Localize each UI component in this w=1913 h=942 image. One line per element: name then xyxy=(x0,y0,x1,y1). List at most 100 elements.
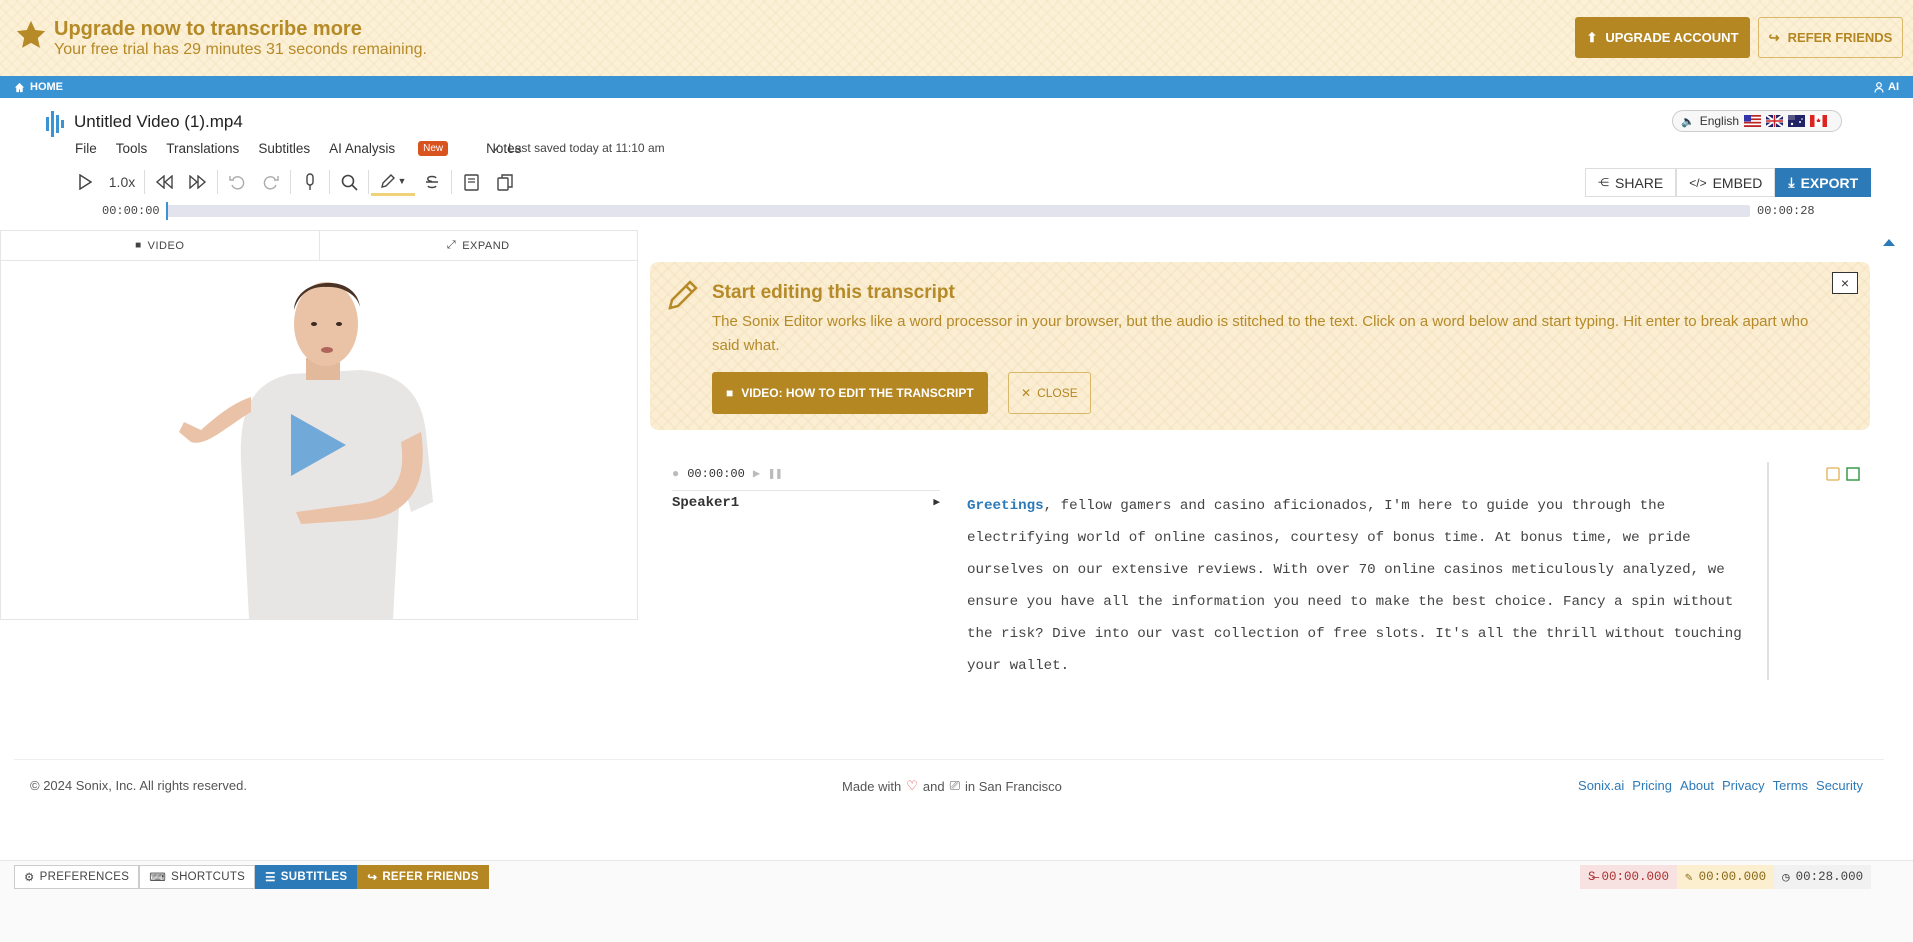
refer-friends-button[interactable]: ↪ REFER FRIENDS xyxy=(1758,17,1903,58)
bottom-bar: ⚙ PREFERENCES ⌨ SHORTCUTS ☰ SUBTITLES ↪ REFE… xyxy=(0,860,1913,942)
share-arrow-icon: ↪ xyxy=(367,872,378,884)
segment-play-icon[interactable]: ▶ xyxy=(753,466,760,481)
share-button[interactable]: ⋲ SHARE xyxy=(1585,168,1677,197)
home-label: HOME xyxy=(30,81,63,93)
transcript-text[interactable]: Greetings, fellow gamers and casino afic… xyxy=(967,490,1757,682)
shortcuts-label: SHORTCUTS xyxy=(171,871,246,883)
expand-icon: ⤢ xyxy=(446,239,457,251)
checkbox-icon[interactable] xyxy=(1846,467,1860,481)
dismiss-tip-button[interactable]: × xyxy=(1832,272,1858,294)
user-menu[interactable]: AI xyxy=(1874,81,1899,93)
upgrade-banner: Upgrade now to transcribe more Your free… xyxy=(0,0,1913,76)
toolbar-divider xyxy=(329,170,330,194)
video-frame xyxy=(179,282,433,619)
and-label: and xyxy=(922,778,945,794)
redo-icon xyxy=(263,176,279,190)
play-button[interactable] xyxy=(68,168,102,196)
banner-subtitle: Your free trial has 29 minutes 31 second… xyxy=(54,41,427,58)
caret-right-icon[interactable]: ▶ xyxy=(933,495,940,511)
timers: S̶ 00:00.000 ✎ 00:00.000 ◷ 00:28.000 xyxy=(1580,865,1872,889)
shortcuts-button[interactable]: ⌨ SHORTCUTS xyxy=(139,865,256,889)
us-flag-icon[interactable] xyxy=(1744,115,1762,127)
close-icon: ✕ xyxy=(1021,386,1032,400)
search-button[interactable] xyxy=(332,168,366,196)
strike-timer: S̶ 00:00.000 xyxy=(1580,865,1678,889)
document-title[interactable]: Untitled Video (1).mp4 xyxy=(74,112,243,132)
highlight-pen-button[interactable]: ▼ xyxy=(371,168,415,196)
copy-icon xyxy=(497,173,513,191)
transcript-body[interactable]: , fellow gamers and casino aficionados, … xyxy=(967,498,1742,674)
check-icon: ✓ xyxy=(492,141,503,155)
uk-flag-icon[interactable] xyxy=(1766,115,1784,127)
canada-flag-icon[interactable] xyxy=(1810,115,1828,127)
bottom-buttons: ⚙ PREFERENCES ⌨ SHORTCUTS ☰ SUBTITLES ↪ REFE… xyxy=(14,865,489,889)
language-selector[interactable]: 🔈 English xyxy=(1672,110,1842,132)
menu-subtitles[interactable]: Subtitles xyxy=(258,141,310,156)
microphone-icon xyxy=(306,173,314,190)
link-security[interactable]: Security xyxy=(1816,778,1863,793)
rewind-button[interactable] xyxy=(147,168,181,196)
fast-forward-button[interactable] xyxy=(181,168,215,196)
video-tutorial-label: VIDEO: HOW TO EDIT THE TRANSCRIPT xyxy=(741,386,974,400)
strikethrough-icon xyxy=(426,175,438,189)
gear-icon: ⚙ xyxy=(24,872,35,884)
subtitles-button[interactable]: ☰ SUBTITLES xyxy=(255,865,358,889)
microphone-button[interactable] xyxy=(293,168,327,196)
australia-flag-icon[interactable] xyxy=(1788,115,1806,127)
home-icon xyxy=(14,82,25,92)
tab-expand[interactable]: ⤢ EXPAND xyxy=(318,231,638,260)
link-pricing[interactable]: Pricing xyxy=(1632,778,1672,793)
undo-button[interactable] xyxy=(220,168,254,196)
home-link[interactable]: HOME xyxy=(14,81,63,93)
edit-timer-value: 00:00.000 xyxy=(1698,870,1767,884)
made-with: Made with ♡ and ⎚ in San Francisco xyxy=(842,778,1062,794)
video-tutorial-button[interactable]: ■ VIDEO: HOW TO EDIT THE TRANSCRIPT xyxy=(712,372,988,414)
scroll-up-icon[interactable] xyxy=(1882,236,1896,248)
total-timer: ◷ 00:28.000 xyxy=(1774,865,1872,889)
link-terms[interactable]: Terms xyxy=(1773,778,1808,793)
link-privacy[interactable]: Privacy xyxy=(1722,778,1765,793)
segment-pause-icon[interactable]: ❚❚ xyxy=(768,466,782,481)
speaker-label[interactable]: Speaker1 ▶ xyxy=(672,490,940,511)
menu-ai-analysis[interactable]: AI Analysis New xyxy=(329,141,467,156)
edit-timer: ✎ 00:00.000 xyxy=(1677,865,1775,889)
strikethrough-button[interactable] xyxy=(415,168,449,196)
dictionary-button[interactable] xyxy=(454,168,488,196)
embed-button[interactable]: </> EMBED xyxy=(1676,168,1776,197)
media-tabs: ■ VIDEO ⤢ EXPAND xyxy=(1,231,637,261)
speaker-name[interactable]: Speaker1 xyxy=(672,495,739,511)
toolbar-divider xyxy=(368,170,369,194)
refer-friends-bottom-button[interactable]: ↪ REFER FRIENDS xyxy=(357,865,489,889)
toolbar-divider xyxy=(290,170,291,194)
tab-video[interactable]: ■ VIDEO xyxy=(1,231,319,260)
timeline-playhead[interactable] xyxy=(166,202,168,220)
footer-divider xyxy=(14,759,1884,760)
editing-tip-card: Start editing this transcript The Sonix … xyxy=(650,262,1870,430)
video-player[interactable] xyxy=(1,262,637,619)
share-label: SHARE xyxy=(1615,174,1664,191)
export-button[interactable]: ⤓ EXPORT xyxy=(1775,168,1872,197)
pencil-icon xyxy=(668,280,698,310)
close-tip-label: CLOSE xyxy=(1037,386,1078,400)
close-tip-button[interactable]: ✕ CLOSE xyxy=(1008,372,1091,414)
redo-button[interactable] xyxy=(254,168,288,196)
menu-tools[interactable]: Tools xyxy=(116,141,148,156)
timeline-track[interactable] xyxy=(166,205,1750,217)
home-bar: HOME AI xyxy=(0,76,1913,98)
upgrade-account-button[interactable]: ⬆ UPGRADE ACCOUNT xyxy=(1575,17,1750,58)
preferences-button[interactable]: ⚙ PREFERENCES xyxy=(14,865,140,889)
current-word[interactable]: Greetings xyxy=(967,498,1044,514)
link-about[interactable]: About xyxy=(1680,778,1714,793)
list-icon: ☰ xyxy=(265,872,276,884)
menu-translations[interactable]: Translations xyxy=(166,141,239,156)
copy-button[interactable] xyxy=(488,168,522,196)
upgrade-account-label: UPGRADE ACCOUNT xyxy=(1605,30,1739,45)
save-status-text: Last saved today at 11:10 am xyxy=(508,141,665,155)
segment-divider xyxy=(1767,462,1769,680)
note-icon[interactable] xyxy=(1826,467,1840,481)
playback-speed-button[interactable]: 1.0x xyxy=(102,168,142,196)
menu-file[interactable]: File xyxy=(75,141,97,156)
link-sonix[interactable]: Sonix.ai xyxy=(1578,778,1624,793)
embed-label: EMBED xyxy=(1712,174,1763,191)
segment-time[interactable]: 00:00:00 xyxy=(687,467,745,481)
